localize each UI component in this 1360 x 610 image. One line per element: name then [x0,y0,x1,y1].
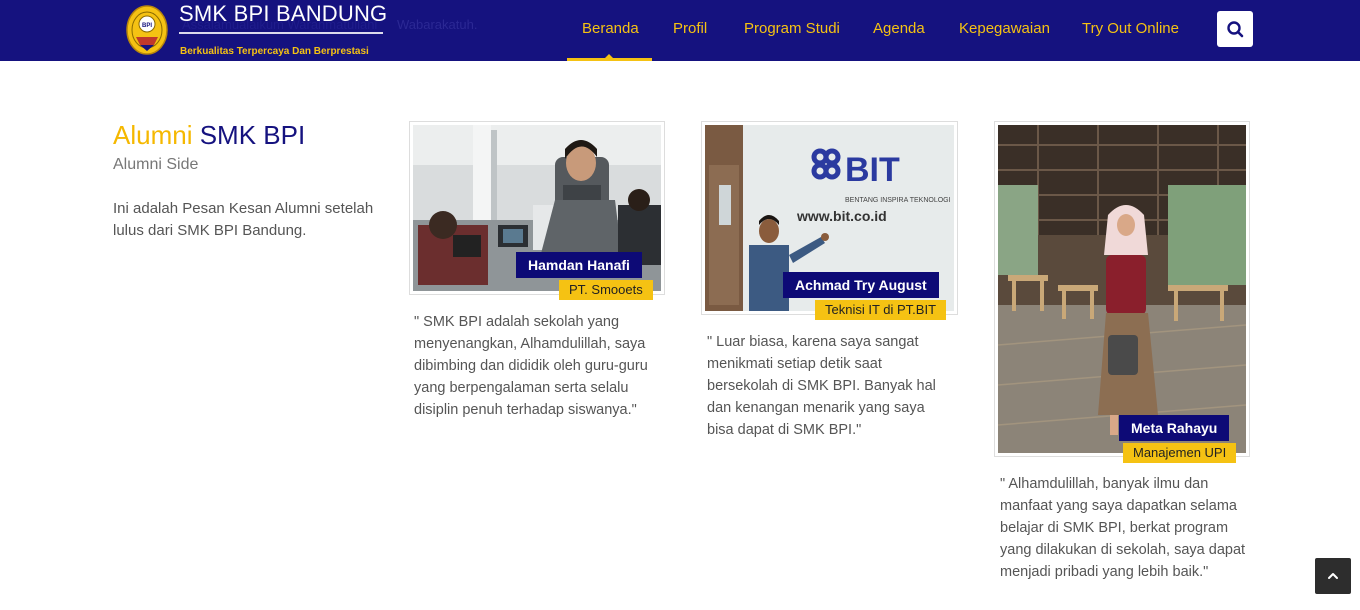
nav-active-indicator [567,58,652,61]
school-logo-emblem[interactable]: BPI [126,5,168,55]
alumni-name-badge: Hamdan Hanafi [516,252,642,278]
nav-item-profil[interactable]: Profil [673,20,707,37]
alumni-quote: " Alhamdulillah, banyak ilmu dan manfaat… [1000,476,1246,580]
nav-item-beranda[interactable]: Beranda [582,20,639,37]
section-title-main: SMK BPI [199,120,306,150]
marquee-text-faded-end: Wabarakatuh. [397,17,478,32]
svg-text:BPI: BPI [142,23,152,29]
search-icon [1227,21,1244,38]
alumni-name-badge: Meta Rahayu [1119,415,1230,441]
alumni-photo-meta[interactable] [998,125,1246,453]
section-subtitle: Alumni Side [113,156,199,173]
alumni-company-badge: Manajemen UPI [1123,443,1237,463]
top-navbar: Assalamualaikum Warahmatullahi Wabarakat… [0,0,1360,61]
chevron-up-icon [1328,573,1338,579]
nav-item-agenda[interactable]: Agenda [873,20,925,37]
alumni-quote: " SMK BPI adalah sekolah yang menyenangk… [414,314,648,418]
nav-item-try-out-online[interactable]: Try Out Online [1082,20,1179,37]
alumni-photo-frame [994,121,1250,457]
search-button[interactable] [1217,11,1253,47]
brand-tagline: Berkualitas Terpercaya Dan Berprestasi [180,46,369,57]
nav-item-kepegawaian[interactable]: Kepegawaian [959,20,1050,37]
photo-sign-url: www.bit.co.id [796,208,887,224]
photo-sign-tagline: BENTANG INSPIRA TEKNOLOGI [845,197,951,204]
brand-divider [179,32,383,34]
photo-sign-logo: BIT [845,151,900,189]
brand-title[interactable]: SMK BPI BANDUNG [179,1,387,27]
section-description: Ini adalah Pesan Kesan Alumni setelah lu… [113,200,374,239]
alumni-company-badge: PT. Smooets [559,280,653,300]
alumni-company-badge: Teknisi IT di PT.BIT [815,300,947,320]
scroll-to-top-button[interactable] [1315,558,1351,594]
nav-item-program-studi[interactable]: Program Studi [744,20,840,37]
alumni-quote: " Luar biasa, karena saya sangat menikma… [707,334,936,438]
alumni-name-badge: Achmad Try August [783,272,939,298]
section-title: Alumni SMK BPI [113,120,305,151]
section-title-accent: Alumni [113,120,193,150]
